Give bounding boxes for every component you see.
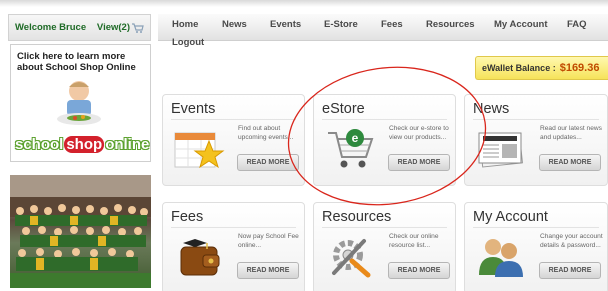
tools-icon <box>332 239 371 278</box>
card-description: Change your account details & password..… <box>540 233 603 249</box>
child-eating-image <box>57 81 101 125</box>
nav-fees[interactable]: Fees <box>381 19 403 30</box>
card-description: Now pay School Fee online... <box>238 233 299 249</box>
school-group-photo <box>10 175 151 288</box>
read-more-button[interactable]: READ MORE <box>388 262 450 279</box>
view-cart-link[interactable]: View(2) <box>97 22 144 33</box>
top-frame-line <box>0 0 608 7</box>
logo-word-shop: shop <box>64 135 105 153</box>
ewallet-balance: eWallet Balance : $169.36 <box>475 56 608 80</box>
read-more-button[interactable]: READ MORE <box>539 154 601 171</box>
card-divider <box>473 227 599 228</box>
card-news: News Read our latest news and updates...… <box>464 94 608 186</box>
nav-resources[interactable]: Resources <box>426 19 475 30</box>
logo-word-online: online <box>105 135 150 153</box>
nav-home[interactable]: Home <box>172 19 198 30</box>
card-title: My Account <box>473 209 548 225</box>
card-divider <box>322 119 447 120</box>
read-more-button[interactable]: READ MORE <box>539 262 601 279</box>
card-divider <box>171 227 296 228</box>
read-more-button[interactable]: READ MORE <box>388 154 450 171</box>
nav-estore[interactable]: E-Store <box>324 19 358 30</box>
read-more-button[interactable]: READ MORE <box>237 262 299 279</box>
card-estore: eStore e Check our e-store to view our p… <box>313 94 456 186</box>
shopping-cart-icon: e <box>328 129 374 168</box>
card-title: Events <box>171 101 216 117</box>
welcome-bar: Welcome Bruce View(2) <box>8 14 151 41</box>
card-title: Resources <box>322 209 392 225</box>
wallet-icon <box>180 239 220 276</box>
welcome-text: Welcome Bruce <box>15 22 87 33</box>
card-description: Read our latest news and updates... <box>540 125 602 141</box>
svg-text:e: e <box>352 131 359 145</box>
card-title: Fees <box>171 209 204 225</box>
card-events: Events Find out about upcoming events...… <box>162 94 305 186</box>
cart-icon <box>132 22 144 33</box>
read-more-button[interactable]: READ MORE <box>237 154 299 171</box>
card-description: Check our e-store to view our products..… <box>389 125 449 141</box>
nav-logout[interactable]: Logout <box>172 37 204 48</box>
nav-news[interactable]: News <box>222 19 247 30</box>
wallet-label: eWallet Balance : <box>482 63 556 73</box>
nav-events[interactable]: Events <box>270 19 301 30</box>
school-shop-online-logo: school shop online <box>15 133 150 155</box>
view-cart-label: View(2) <box>96 22 130 33</box>
card-divider <box>322 227 447 228</box>
group-photo-illustration <box>10 175 151 288</box>
users-icon <box>479 239 523 277</box>
card-resources: Resources Check our online resource list… <box>313 202 456 291</box>
card-divider <box>171 119 296 120</box>
card-title: eStore <box>322 101 365 117</box>
card-description: Check our online resource list... <box>389 233 439 249</box>
school-shop-banner[interactable]: Click here to learn more about School Sh… <box>10 44 151 162</box>
main-nav: Home News Events E-Store Fees Resources … <box>158 14 608 41</box>
wallet-value: $169.36 <box>559 62 600 74</box>
newspaper-icon <box>478 132 524 168</box>
card-description: Find out about upcoming events... <box>238 125 294 141</box>
nav-my-account[interactable]: My Account <box>494 19 547 30</box>
nav-faq[interactable]: FAQ <box>567 19 587 30</box>
card-divider <box>473 119 599 120</box>
calendar-star-icon <box>174 132 225 169</box>
banner-text: Click here to learn more about School Sh… <box>17 51 136 73</box>
card-my-account: My Account Change your account details &… <box>464 202 608 291</box>
card-fees: Fees Now pay School Fee online... READ M… <box>162 202 305 291</box>
card-title: News <box>473 101 510 117</box>
logo-word-school: school <box>15 135 64 153</box>
